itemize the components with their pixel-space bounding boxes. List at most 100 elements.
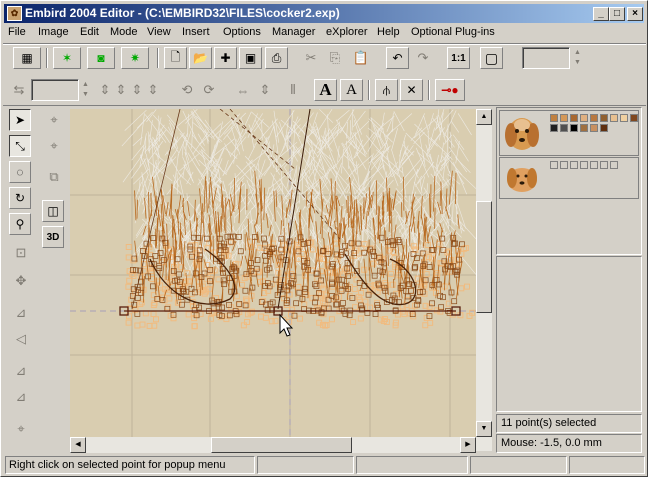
color-swatch[interactable] — [570, 124, 578, 132]
embroidery-design[interactable] — [70, 109, 476, 437]
embird-app-icon[interactable]: ✿ — [7, 6, 22, 21]
freehand-select-icon[interactable]: ◌ — [9, 161, 31, 183]
text-path-button[interactable]: A — [340, 79, 363, 101]
color-swatch[interactable] — [570, 114, 578, 122]
rotate-right-icon[interactable]: ⟳ — [199, 80, 219, 100]
vertical-scroll-thumb[interactable] — [476, 201, 492, 313]
mirror-h-icon[interactable]: ⊿ — [11, 303, 31, 323]
color-swatch[interactable] — [580, 161, 588, 169]
print-icon[interactable]: ⎙ — [265, 47, 288, 69]
color-swatch[interactable] — [600, 161, 608, 169]
lasso-icon[interactable]: ⤡ — [9, 135, 31, 157]
redo-icon[interactable]: ↷ — [413, 48, 433, 68]
color-swatch[interactable] — [580, 124, 588, 132]
color-swatch[interactable] — [600, 124, 608, 132]
menu-view[interactable]: View — [147, 26, 171, 38]
new-file-icon[interactable]: 🗋 — [164, 47, 187, 69]
text-tool-button[interactable]: A — [314, 79, 337, 101]
mode-3d-button[interactable]: 3D — [42, 226, 64, 248]
rotate-left-icon[interactable]: ⟲ — [177, 80, 197, 100]
node-align-icon[interactable]: ⌖ — [44, 136, 64, 156]
arrow-select-icon[interactable]: ➤ — [9, 109, 31, 131]
center-icon[interactable]: ⌖ — [11, 419, 31, 439]
node-frame-icon[interactable]: ⊡ — [11, 243, 31, 263]
menu-options[interactable]: Options — [223, 26, 261, 38]
menu-manager[interactable]: Manager — [272, 26, 315, 38]
minimize-button[interactable]: _ — [593, 7, 609, 21]
menu-image[interactable]: Image — [38, 26, 69, 38]
frame-icon[interactable]: ◫ — [42, 200, 64, 222]
scroll-left-icon[interactable]: ◀ — [70, 437, 86, 453]
close-button[interactable]: × — [627, 7, 643, 21]
vertical-scrollbar[interactable]: ▲ ▼ — [476, 109, 492, 451]
magic-wand-icon[interactable]: ✶ — [53, 47, 81, 69]
scroll-right-icon[interactable]: ▶ — [460, 437, 476, 453]
flip-icon[interactable]: ⇔ — [233, 80, 253, 100]
maximize-button[interactable]: □ — [609, 7, 625, 21]
grid-view-icon[interactable]: ▦ — [13, 47, 41, 69]
menu-optional-plugins[interactable]: Optional Plug-ins — [411, 26, 495, 38]
split-icon[interactable]: ⫛ — [375, 79, 398, 101]
stitch-wand-icon[interactable]: ✷ — [121, 47, 149, 69]
delete-icon[interactable]: ✕ — [400, 79, 423, 101]
color-swatch[interactable] — [570, 161, 578, 169]
hoop-icon[interactable]: ▢ — [480, 47, 503, 69]
horizontal-scroll-thumb[interactable] — [211, 437, 352, 453]
size-field[interactable] — [31, 79, 79, 101]
key-icon[interactable]: ⊸● — [435, 79, 465, 101]
camera-icon[interactable]: ◙ — [87, 47, 115, 69]
menu-file[interactable]: File — [8, 26, 26, 38]
color-swatch[interactable] — [610, 161, 618, 169]
node-edit-icon[interactable]: ⌖ — [44, 110, 64, 130]
copy-frame-icon[interactable]: ⧉ — [44, 167, 64, 187]
menu-help[interactable]: Help — [377, 26, 400, 38]
color-swatch[interactable] — [560, 124, 568, 132]
rotate-icon[interactable]: ↻ — [9, 187, 31, 209]
color-swatch[interactable] — [590, 124, 598, 132]
undo-icon[interactable]: ↶ — [386, 47, 409, 69]
color-swatch[interactable] — [550, 114, 558, 122]
distribute-icon[interactable]: ⦀ — [283, 80, 303, 100]
scroll-down-icon[interactable]: ▼ — [476, 421, 492, 437]
color-swatch[interactable] — [630, 114, 638, 122]
copy-icon[interactable]: ⎘ — [325, 48, 345, 68]
merge-file-icon[interactable]: ✚ — [214, 47, 237, 69]
skew-icon[interactable]: ⊿ — [11, 361, 31, 381]
design-item-1[interactable] — [499, 110, 639, 156]
color-swatch[interactable] — [550, 161, 558, 169]
menu-edit[interactable]: Edit — [80, 26, 99, 38]
mirror-v-icon[interactable]: ◁ — [11, 329, 31, 349]
zoom-icon[interactable]: ⚲ — [9, 213, 31, 235]
color-swatch[interactable] — [620, 114, 628, 122]
color-swatch[interactable] — [590, 114, 598, 122]
move-icon[interactable]: ✥ — [11, 271, 31, 291]
menu-mode[interactable]: Mode — [110, 26, 138, 38]
status-pane-5 — [569, 456, 645, 474]
color-swatch[interactable] — [590, 161, 598, 169]
design-canvas[interactable] — [70, 109, 476, 437]
color-swatch[interactable] — [550, 124, 558, 132]
menu-explorer[interactable]: eXplorer — [326, 26, 368, 38]
color-swatch[interactable] — [560, 161, 568, 169]
flip-vertical-icon[interactable]: ⇕ — [255, 80, 275, 100]
transform-icon[interactable]: ⊿ — [11, 387, 31, 407]
color-swatch[interactable] — [600, 114, 608, 122]
paste-icon[interactable]: 📋 — [351, 48, 371, 68]
zoom-spinner[interactable]: ▲ ▼ — [573, 48, 582, 68]
color-swatch[interactable] — [610, 114, 618, 122]
status-pane-3 — [356, 456, 468, 474]
menu-insert[interactable]: Insert — [182, 26, 210, 38]
horizontal-scrollbar[interactable]: ◀ ▶ — [70, 437, 476, 453]
scale-icon[interactable]: ⇕ — [143, 80, 163, 100]
zoom-1-1-button[interactable]: 1:1 — [447, 47, 470, 69]
design-item-2[interactable] — [499, 157, 639, 199]
color-swatch[interactable] — [580, 114, 588, 122]
scroll-up-icon[interactable]: ▲ — [476, 109, 492, 125]
color-swatch[interactable] — [560, 114, 568, 122]
zoom-field[interactable] — [522, 47, 570, 69]
size-spinner[interactable]: ▲ ▼ — [81, 80, 90, 100]
cut-icon[interactable]: ✂ — [301, 48, 321, 68]
open-folder-icon[interactable]: 📂 — [189, 47, 212, 69]
title-bar[interactable]: ✿ Embird 2004 Editor - (C:\EMBIRD32\FILE… — [4, 4, 644, 23]
save-icon[interactable]: ▣ — [239, 47, 262, 69]
